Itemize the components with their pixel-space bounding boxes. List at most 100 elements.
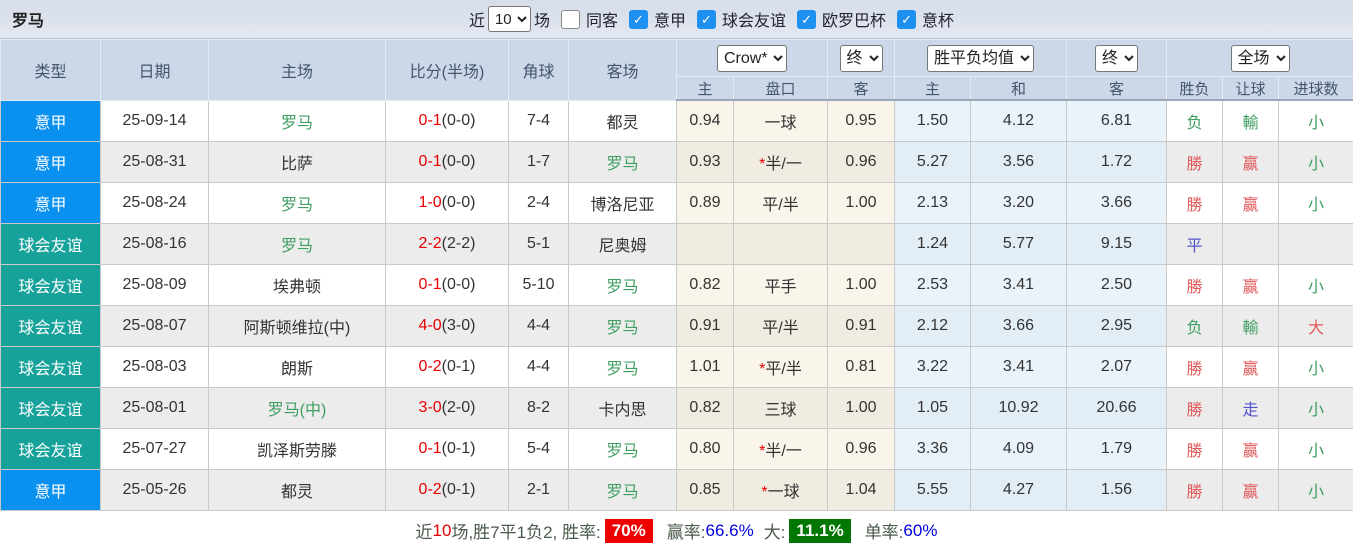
result-cell: 负 xyxy=(1167,306,1223,347)
match-row: 意甲 25-08-31 比萨 0-1(0-0) 1-7 罗马 0.93 *半/一… xyxy=(1,142,1353,183)
home-team: 朗斯 xyxy=(281,361,313,378)
recent-count-select[interactable]: 10 xyxy=(488,6,531,32)
league-cell: 球会友谊 xyxy=(1,429,101,470)
sub-col-handicap-result: 让球 xyxy=(1223,77,1279,101)
away-odds-cell xyxy=(828,224,895,265)
handicap-line: 平/半 xyxy=(762,320,798,337)
coppa-italia-checkbox[interactable] xyxy=(897,10,916,29)
home-odds-cell xyxy=(677,224,734,265)
score-cell: 2-2(2-2) xyxy=(386,224,509,265)
club-friendly-checkbox[interactable] xyxy=(697,10,716,29)
big-rate-label: 大: xyxy=(764,518,786,543)
europa-league-checkbox[interactable] xyxy=(797,10,816,29)
avg-away-cell: 2.50 xyxy=(1067,265,1167,306)
handicap-result-cell: 赢 xyxy=(1223,183,1279,224)
result-mark: 勝 xyxy=(1186,443,1202,460)
odds-time-select[interactable]: 终 xyxy=(840,45,883,72)
sub-col-result: 胜负 xyxy=(1167,77,1223,101)
avg-home-cell: 2.12 xyxy=(895,306,971,347)
away-odds-cell: 0.81 xyxy=(828,347,895,388)
match-row: 意甲 25-05-26 都灵 0-2(0-1) 2-1 罗马 0.85 *一球 … xyxy=(1,470,1353,511)
col-away: 客场 xyxy=(569,40,677,101)
home-odds-cell: 0.94 xyxy=(677,100,734,142)
away-team-cell: 罗马 xyxy=(569,306,677,347)
half-score: (0-1) xyxy=(442,358,476,375)
home-odds-cell: 0.93 xyxy=(677,142,734,183)
goals-mark: 小 xyxy=(1308,197,1324,214)
home-team-cell: 凯泽斯劳滕 xyxy=(209,429,386,470)
full-score: 2-2 xyxy=(419,235,442,252)
result-cell: 平 xyxy=(1167,224,1223,265)
avg-draw-cell: 3.41 xyxy=(971,265,1067,306)
avg-home-cell: 3.22 xyxy=(895,347,971,388)
corner-cell: 4-4 xyxy=(509,306,569,347)
match-row: 意甲 25-08-24 罗马 1-0(0-0) 2-4 博洛尼亚 0.89 平/… xyxy=(1,183,1353,224)
result-mark: 勝 xyxy=(1186,279,1202,296)
summary-prefix: 近 xyxy=(416,518,433,543)
result-mark: 平 xyxy=(1186,238,1202,255)
handicap-result-cell: 赢 xyxy=(1223,470,1279,511)
sub-col-handicap: 盘口 xyxy=(734,77,828,101)
serie-a-label: 意甲 xyxy=(654,7,686,31)
avg-away-cell: 9.15 xyxy=(1067,224,1167,265)
avg-home-cell: 2.13 xyxy=(895,183,971,224)
sub-col-odds-home: 主 xyxy=(677,77,734,101)
handicap-result-mark: 赢 xyxy=(1242,361,1258,378)
goals-cell: 小 xyxy=(1279,347,1353,388)
half-score: (2-0) xyxy=(442,399,476,416)
avg-away-cell: 20.66 xyxy=(1067,388,1167,429)
home-team-cell: 埃弗顿 xyxy=(209,265,386,306)
handicap-result-cell: 赢 xyxy=(1223,265,1279,306)
avg-odds-type-select[interactable]: 胜平负均值 xyxy=(927,45,1034,72)
avg-odds-time-select[interactable]: 终 xyxy=(1095,45,1138,72)
result-cell: 勝 xyxy=(1167,388,1223,429)
date-cell: 25-09-14 xyxy=(101,100,209,142)
full-score: 0-1 xyxy=(419,276,442,293)
full-score: 3-0 xyxy=(419,399,442,416)
goals-mark: 小 xyxy=(1308,361,1324,378)
handicap-cell: 平/半 xyxy=(734,306,828,347)
home-team-cell: 朗斯 xyxy=(209,347,386,388)
avg-home-cell: 1.05 xyxy=(895,388,971,429)
match-row: 球会友谊 25-08-03 朗斯 0-2(0-1) 4-4 罗马 1.01 *平… xyxy=(1,347,1353,388)
handicap-result-mark: 赢 xyxy=(1242,279,1258,296)
handicap-result-cell: 赢 xyxy=(1223,429,1279,470)
goals-mark: 小 xyxy=(1308,402,1324,419)
handicap-result-mark: 走 xyxy=(1242,402,1258,419)
away-team-cell: 都灵 xyxy=(569,100,677,142)
half-score: (0-0) xyxy=(442,194,476,211)
date-cell: 25-08-31 xyxy=(101,142,209,183)
avg-home-cell: 1.50 xyxy=(895,100,971,142)
home-odds-cell: 0.91 xyxy=(677,306,734,347)
score-cell: 0-1(0-0) xyxy=(386,142,509,183)
avg-home-cell: 5.27 xyxy=(895,142,971,183)
handicap-win-value: 66.6% xyxy=(705,521,753,541)
avg-draw-cell: 4.12 xyxy=(971,100,1067,142)
handicap-line: 一球 xyxy=(768,484,800,501)
same-venue-checkbox[interactable] xyxy=(561,10,580,29)
match-row: 球会友谊 25-08-07 阿斯顿维拉(中) 4-0(3-0) 4-4 罗马 0… xyxy=(1,306,1353,347)
sub-col-avg-away: 客 xyxy=(1067,77,1167,101)
handicap-cell: *半/一 xyxy=(734,429,828,470)
corner-cell: 2-4 xyxy=(509,183,569,224)
sub-col-avg-draw: 和 xyxy=(971,77,1067,101)
home-team: 罗马 xyxy=(281,197,313,214)
serie-a-checkbox[interactable] xyxy=(629,10,648,29)
col-corner: 角球 xyxy=(509,40,569,101)
date-cell: 25-07-27 xyxy=(101,429,209,470)
odds-company-select[interactable]: Crow* xyxy=(717,45,787,72)
scope-select[interactable]: 全场 xyxy=(1231,45,1290,72)
avg-away-cell: 1.72 xyxy=(1067,142,1167,183)
goals-cell: 小 xyxy=(1279,470,1353,511)
scope-group: 全场 xyxy=(1167,40,1353,77)
europa-league-label: 欧罗巴杯 xyxy=(822,7,886,31)
table-header: 类型 日期 主场 比分(半场) 角球 客场 Crow* 终 胜平负均值 xyxy=(1,40,1353,101)
league-cell: 意甲 xyxy=(1,142,101,183)
league-cell: 意甲 xyxy=(1,100,101,142)
avg-draw-cell: 3.66 xyxy=(971,306,1067,347)
full-score: 4-0 xyxy=(419,317,442,334)
handicap-result-mark: 輸 xyxy=(1242,115,1258,132)
away-team-cell: 罗马 xyxy=(569,470,677,511)
handicap-result-mark: 赢 xyxy=(1242,484,1258,501)
goals-cell: 小 xyxy=(1279,142,1353,183)
